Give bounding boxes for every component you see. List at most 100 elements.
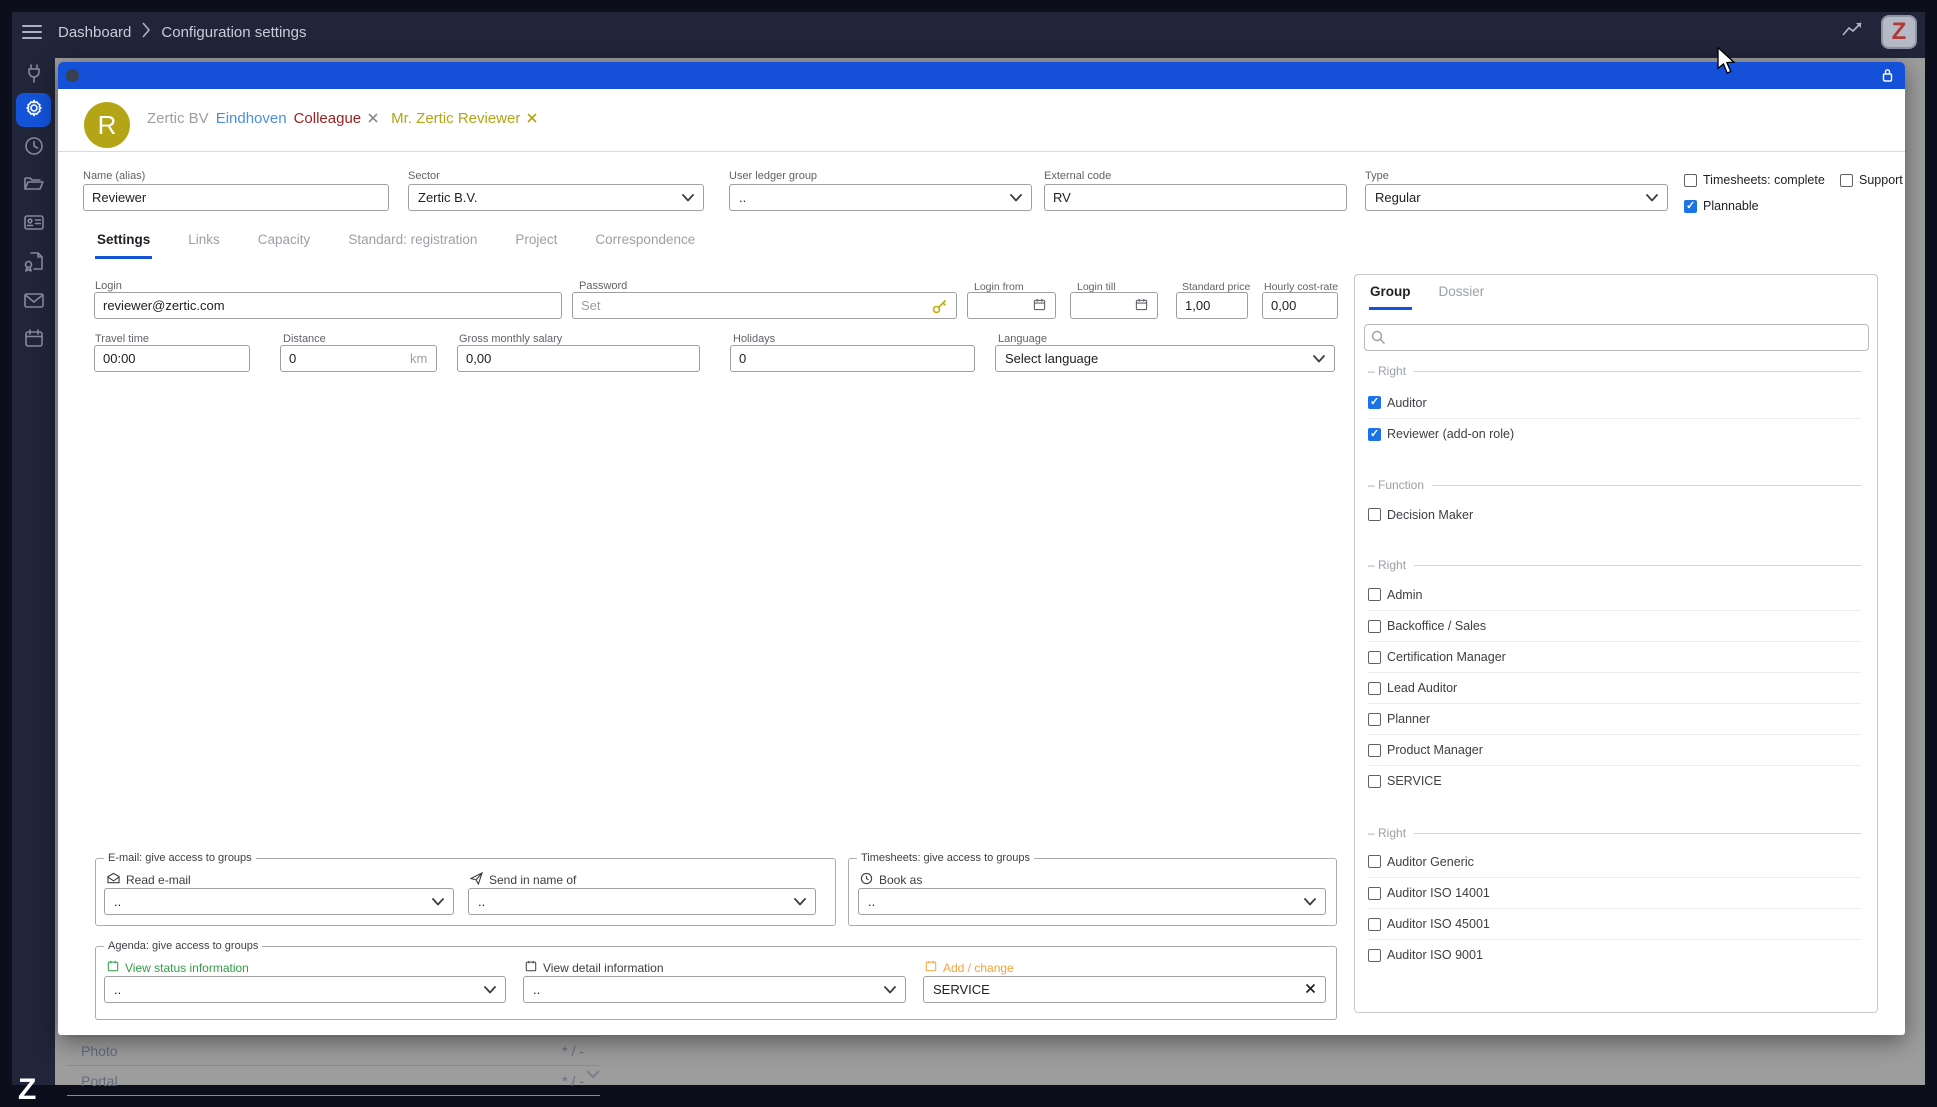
calendar-icon[interactable] xyxy=(1135,298,1148,314)
external-code-input[interactable] xyxy=(1044,184,1347,211)
tab-correspondence[interactable]: Correspondence xyxy=(593,232,697,259)
sidebar-item-mail[interactable] xyxy=(22,290,46,314)
row-label: Portal xyxy=(81,1072,118,1089)
checkbox[interactable] xyxy=(1684,199,1697,213)
sector-select[interactable]: Zertic B.V. xyxy=(408,184,704,211)
group-item-decision-maker[interactable]: Decision Maker xyxy=(1368,499,1861,530)
standard-price-input[interactable] xyxy=(1176,292,1248,319)
checkbox[interactable] xyxy=(1368,427,1381,441)
travel-time-input[interactable] xyxy=(94,345,250,372)
titlebar-indicator[interactable] xyxy=(66,69,79,82)
tab-settings[interactable]: Settings xyxy=(95,232,153,259)
login-till-date[interactable] xyxy=(1070,292,1158,319)
read-email-select[interactable]: .. xyxy=(104,888,454,915)
lock-icon[interactable] xyxy=(1882,68,1893,88)
group-item-product-manager[interactable]: Product Manager xyxy=(1368,734,1861,765)
tab-project[interactable]: Project xyxy=(513,232,559,259)
checkbox[interactable] xyxy=(1368,395,1381,409)
chevron-down-icon xyxy=(794,894,806,909)
section-list: Decision Maker xyxy=(1368,499,1861,530)
sidebar-item-certificates[interactable] xyxy=(22,251,46,275)
salary-input[interactable] xyxy=(457,345,700,372)
checkbox[interactable] xyxy=(1368,743,1381,757)
book-as-select[interactable]: .. xyxy=(858,888,1326,915)
type-select[interactable]: Regular xyxy=(1365,184,1668,211)
send-in-name-of-select[interactable]: .. xyxy=(468,888,816,915)
group-item-certification-manager[interactable]: Certification Manager xyxy=(1368,641,1861,672)
timesheets-complete-checkbox[interactable]: Timesheets: complete xyxy=(1684,173,1825,187)
group-item-auditor-iso-14001[interactable]: Auditor ISO 14001 xyxy=(1368,877,1861,908)
breadcrumb-dashboard[interactable]: Dashboard xyxy=(58,24,131,41)
ledger-select[interactable]: .. xyxy=(729,184,1032,211)
clear-icon[interactable] xyxy=(1305,982,1316,997)
checkbox[interactable] xyxy=(1368,619,1381,633)
entity-site[interactable]: Eindhoven xyxy=(216,110,287,127)
sidebar-item-time[interactable] xyxy=(22,136,46,160)
tab-dossier[interactable]: Dossier xyxy=(1438,284,1486,310)
group-item-service[interactable]: SERVICE xyxy=(1368,765,1861,796)
checkbox[interactable] xyxy=(1368,886,1381,900)
tab-capacity[interactable]: Capacity xyxy=(256,232,313,259)
group-item-planner[interactable]: Planner xyxy=(1368,703,1861,734)
hourly-cost-rate-input[interactable] xyxy=(1262,292,1338,319)
sidebar-item-integrations[interactable] xyxy=(22,63,46,88)
tab-group[interactable]: Group xyxy=(1369,284,1412,310)
group-item-admin[interactable]: Admin xyxy=(1368,579,1861,610)
checkbox[interactable] xyxy=(1368,508,1381,521)
login-input[interactable] xyxy=(94,292,562,319)
group-item-auditor[interactable]: Auditor xyxy=(1368,387,1861,418)
calendar-icon[interactable] xyxy=(1033,298,1046,314)
add-change-input[interactable]: SERVICE xyxy=(923,976,1326,1003)
group-item-auditor-iso-45001[interactable]: Auditor ISO 45001 xyxy=(1368,908,1861,939)
menu-icon[interactable] xyxy=(22,25,42,39)
checkbox[interactable] xyxy=(1368,588,1381,601)
name-input[interactable] xyxy=(83,184,389,211)
group-search-input[interactable] xyxy=(1364,324,1869,351)
entity-company[interactable]: Zertic BV xyxy=(147,110,209,127)
group-item-backoffice-sales[interactable]: Backoffice / Sales xyxy=(1368,610,1861,641)
login-from-date[interactable] xyxy=(967,292,1056,319)
checkbox[interactable] xyxy=(1840,173,1853,187)
sidebar-item-files[interactable] xyxy=(22,174,46,198)
checkbox[interactable] xyxy=(1368,650,1381,664)
checkbox[interactable] xyxy=(1684,173,1697,187)
distance-input[interactable] xyxy=(280,345,437,372)
view-status-select[interactable]: .. xyxy=(104,976,506,1003)
dialog-title-bar[interactable] xyxy=(58,62,1905,89)
checkbox[interactable] xyxy=(1368,948,1381,962)
group-item-auditor-iso-9001[interactable]: Auditor ISO 9001 xyxy=(1368,939,1861,970)
entity-person[interactable]: Mr. Zertic Reviewer xyxy=(391,110,520,127)
chart-icon[interactable] xyxy=(1841,20,1865,45)
entity-breadcrumb: Zertic BV Eindhoven Colleague Mr. Zertic… xyxy=(147,110,537,127)
group-item-reviewer[interactable]: Reviewer (add-on role) xyxy=(1368,418,1861,449)
sidebar-item-settings[interactable] xyxy=(16,93,51,127)
sidebar-item-contacts[interactable] xyxy=(22,212,46,236)
language-select[interactable]: Select language xyxy=(995,345,1335,372)
item-label: Auditor ISO 14001 xyxy=(1387,886,1490,900)
checkbox[interactable] xyxy=(1368,917,1381,931)
tab-links[interactable]: Links xyxy=(186,232,222,259)
item-label: Admin xyxy=(1387,587,1423,602)
checkbox[interactable] xyxy=(1368,712,1381,726)
group-item-lead-auditor[interactable]: Lead Auditor xyxy=(1368,672,1861,703)
group-item-auditor-generic[interactable]: Auditor Generic xyxy=(1368,846,1861,877)
password-input[interactable] xyxy=(572,292,957,319)
holidays-input[interactable] xyxy=(730,345,975,372)
entity-category[interactable]: Colleague xyxy=(294,110,362,127)
sidebar-item-agenda[interactable] xyxy=(22,328,46,352)
chevron-down-icon xyxy=(585,1066,601,1084)
view-status-label: View status information xyxy=(107,960,249,975)
distance-label: Distance xyxy=(283,333,326,345)
close-icon[interactable] xyxy=(368,110,378,127)
checkbox[interactable] xyxy=(1368,681,1381,695)
checkbox[interactable] xyxy=(1368,855,1381,868)
support-checkbox[interactable]: Support xyxy=(1840,173,1903,187)
zertic-logo[interactable]: Z xyxy=(1881,15,1917,49)
background-row-photo: Photo * / - xyxy=(67,1036,600,1066)
close-icon[interactable] xyxy=(527,110,537,127)
checkbox[interactable] xyxy=(1368,774,1381,788)
tab-standard-registration[interactable]: Standard: registration xyxy=(346,232,479,259)
view-detail-select[interactable]: .. xyxy=(523,976,906,1003)
item-label: Auditor ISO 9001 xyxy=(1387,948,1483,962)
plannable-checkbox[interactable]: Plannable xyxy=(1684,199,1759,213)
